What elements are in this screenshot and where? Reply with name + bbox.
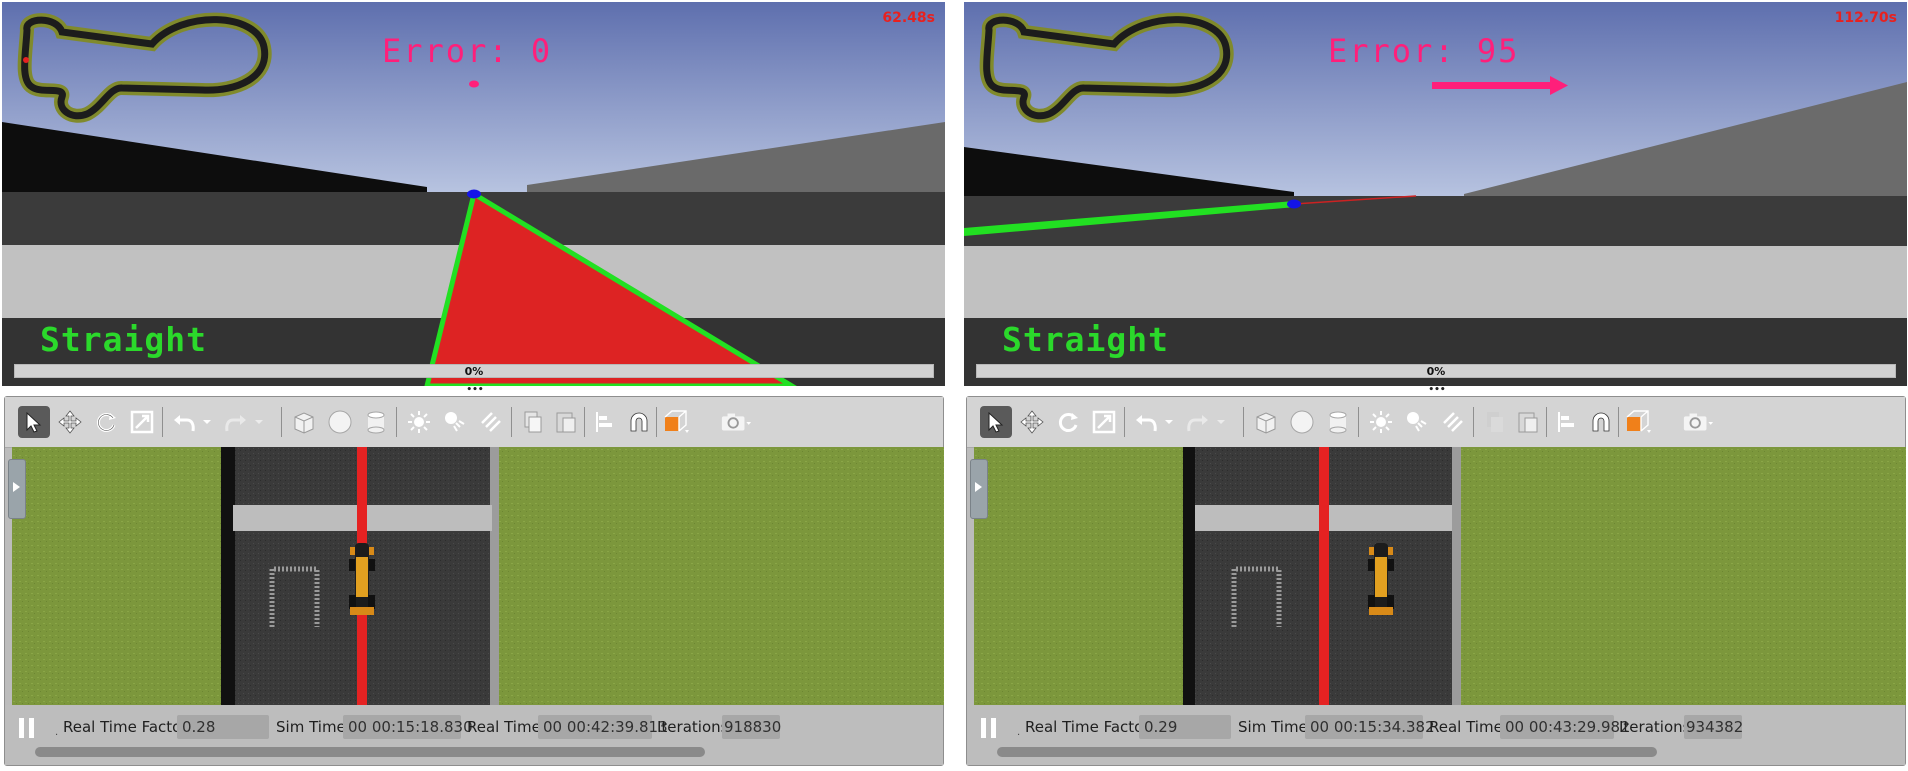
progress-bar: 0% bbox=[14, 364, 934, 378]
align-icon[interactable] bbox=[589, 406, 621, 438]
align-icon[interactable] bbox=[1551, 406, 1583, 438]
splitter-handle[interactable]: ••• bbox=[1428, 386, 1446, 395]
gazebo-toolbar bbox=[967, 397, 1905, 448]
undo-dropdown-icon[interactable] bbox=[198, 406, 216, 438]
view-angle-icon[interactable] bbox=[1622, 406, 1654, 438]
cylinder-shape-icon[interactable] bbox=[360, 406, 392, 438]
sim-time-label: Sim Time: bbox=[1238, 718, 1313, 736]
sphere-shape-icon[interactable] bbox=[1286, 406, 1318, 438]
copy-icon[interactable] bbox=[517, 406, 549, 438]
cylinder-shape-icon[interactable] bbox=[1322, 406, 1354, 438]
translate-icon[interactable] bbox=[1016, 406, 1048, 438]
error-readout: Error: 95 bbox=[1328, 32, 1520, 70]
centroid-dot bbox=[467, 189, 481, 199]
real-time-factor-label: Real Time Factor: bbox=[63, 718, 193, 736]
top-view-scene bbox=[974, 447, 1906, 705]
elapsed-timer: 62.48s bbox=[882, 10, 935, 26]
error-readout: Error: 0 bbox=[382, 32, 553, 70]
gazebo-top-view[interactable] bbox=[12, 447, 944, 705]
undo-icon[interactable] bbox=[1130, 406, 1162, 438]
point-light-icon[interactable] bbox=[1365, 406, 1397, 438]
redo-dropdown-icon[interactable] bbox=[250, 406, 268, 438]
undo-dropdown-icon[interactable] bbox=[1160, 406, 1178, 438]
scale-icon[interactable] bbox=[1088, 406, 1120, 438]
top-view-scene bbox=[12, 447, 944, 705]
snap-magnet-icon[interactable] bbox=[623, 406, 655, 438]
directional-light-icon[interactable] bbox=[475, 406, 507, 438]
sim-time-value: 00 00:15:34.382 bbox=[1305, 715, 1435, 739]
left-panel: 62.48s Error: 0 Straight 0% ••• . Real T… bbox=[2, 0, 946, 771]
progress-label: 0% bbox=[464, 365, 484, 378]
real-time-factor-value: 0.29 bbox=[1139, 715, 1231, 739]
sim-time-value: 00 00:15:18.830 bbox=[343, 715, 473, 739]
gazebo-toolbar bbox=[5, 397, 943, 448]
driving-state-label: Straight bbox=[40, 320, 207, 359]
rotate-icon[interactable] bbox=[90, 406, 122, 438]
gazebo-statusbar: . Real Time Factor: 0.29 Sim Time: 00 00… bbox=[967, 705, 1905, 765]
sim-time-label: Sim Time: bbox=[276, 718, 351, 736]
spot-light-icon[interactable] bbox=[439, 406, 471, 438]
translate-icon[interactable] bbox=[54, 406, 86, 438]
box-shape-icon[interactable] bbox=[288, 406, 320, 438]
real-time-factor-value: 0.28 bbox=[177, 715, 269, 739]
real-time-value: 00 00:43:29.982 bbox=[1500, 715, 1630, 739]
real-time-label: Real Time: bbox=[467, 718, 546, 736]
redo-dropdown-icon[interactable] bbox=[1212, 406, 1230, 438]
camera-view-right: 112.70s Error: 95 Straight 0% bbox=[964, 2, 1907, 386]
point-light-icon[interactable] bbox=[403, 406, 435, 438]
gazebo-window-left: . Real Time Factor: 0.28 Sim Time: 00 00… bbox=[4, 396, 944, 766]
redo-icon[interactable] bbox=[220, 406, 252, 438]
scale-icon[interactable] bbox=[126, 406, 158, 438]
gazebo-statusbar: . Real Time Factor: 0.28 Sim Time: 00 00… bbox=[5, 705, 943, 765]
horizontal-scrollbar[interactable] bbox=[997, 747, 1657, 757]
centroid-dot bbox=[1287, 199, 1301, 209]
sphere-shape-icon[interactable] bbox=[324, 406, 356, 438]
rotate-icon[interactable] bbox=[1052, 406, 1084, 438]
camera-screenshot-icon[interactable] bbox=[720, 406, 752, 438]
iterations-value: 918830 bbox=[722, 715, 781, 739]
error-indicator-dot bbox=[469, 80, 479, 88]
progress-label: 0% bbox=[1426, 365, 1446, 378]
real-time-label: Real Time: bbox=[1429, 718, 1508, 736]
redo-icon[interactable] bbox=[1182, 406, 1214, 438]
gazebo-window-right: . Real Time Factor: 0.29 Sim Time: 00 00… bbox=[966, 396, 1906, 766]
box-shape-icon[interactable] bbox=[1250, 406, 1282, 438]
view-angle-icon[interactable] bbox=[660, 406, 692, 438]
right-panel: 112.70s Error: 95 Straight 0% ••• . Real… bbox=[964, 0, 1908, 771]
copy-icon[interactable] bbox=[1479, 406, 1511, 438]
side-panel-toggle[interactable] bbox=[8, 459, 26, 519]
camera-view-left: 62.48s Error: 0 Straight 0% bbox=[2, 2, 945, 386]
elapsed-timer: 112.70s bbox=[1834, 10, 1897, 26]
iterations-value: 934382 bbox=[1684, 715, 1743, 739]
progress-bar: 0% bbox=[976, 364, 1896, 378]
real-time-factor-label: Real Time Factor: bbox=[1025, 718, 1155, 736]
select-arrow-icon[interactable] bbox=[18, 406, 50, 438]
paste-icon[interactable] bbox=[1512, 406, 1544, 438]
driving-state-label: Straight bbox=[1002, 320, 1169, 359]
paste-icon[interactable] bbox=[550, 406, 582, 438]
gazebo-top-view[interactable] bbox=[974, 447, 1906, 705]
select-arrow-icon[interactable] bbox=[980, 406, 1012, 438]
spot-light-icon[interactable] bbox=[1401, 406, 1433, 438]
snap-magnet-icon[interactable] bbox=[1585, 406, 1617, 438]
undo-icon[interactable] bbox=[168, 406, 200, 438]
splitter-handle[interactable]: ••• bbox=[466, 386, 484, 395]
center-line bbox=[1319, 447, 1329, 705]
camera-screenshot-icon[interactable] bbox=[1682, 406, 1714, 438]
real-time-value: 00 00:42:39.813 bbox=[538, 715, 668, 739]
horizontal-scrollbar[interactable] bbox=[35, 747, 705, 757]
side-panel-toggle[interactable] bbox=[970, 459, 988, 519]
directional-light-icon[interactable] bbox=[1437, 406, 1469, 438]
